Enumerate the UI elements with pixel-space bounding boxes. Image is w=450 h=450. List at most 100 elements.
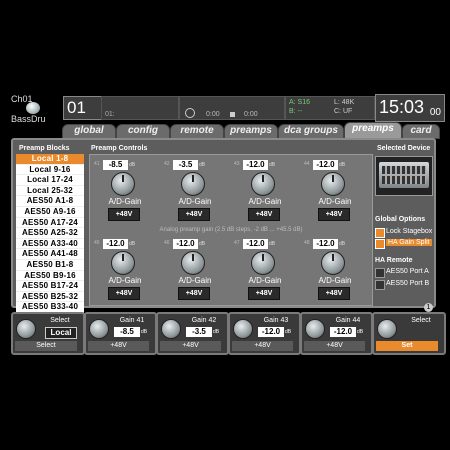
- gain-knob-icon[interactable]: [181, 172, 205, 196]
- gain-value[interactable]: -3.5: [173, 160, 198, 170]
- preamp-number: 44: [304, 161, 310, 167]
- preamp-block-item[interactable]: Local 25-32: [16, 186, 84, 197]
- knob-label: A/D-Gain: [108, 276, 142, 285]
- phantom-power-button[interactable]: +48V: [248, 287, 280, 300]
- gain-title: Gain 41: [119, 317, 145, 324]
- gain-knob-icon[interactable]: [111, 251, 135, 275]
- preamp-block-item[interactable]: AES50 A1-8: [16, 196, 84, 207]
- phantom-power-button[interactable]: +48V: [318, 287, 350, 300]
- gain-unit: dB: [285, 329, 292, 335]
- stop-icon[interactable]: [230, 112, 235, 117]
- preamp-block-item[interactable]: Local 17-24: [16, 175, 84, 186]
- knob-label: A/D-Gain: [318, 276, 352, 285]
- ha-gain-split-checkbox[interactable]: [375, 239, 385, 249]
- gain-knob-icon[interactable]: [181, 251, 205, 275]
- preamp-block-item[interactable]: AES50 A9-16: [16, 207, 84, 218]
- tab-dca-groups[interactable]: dca groups: [278, 124, 344, 139]
- preamp-number: 48: [304, 240, 310, 246]
- clock-seconds: 00: [429, 107, 441, 118]
- preamp-block-item[interactable]: Local 1-8: [16, 154, 84, 165]
- gain-value[interactable]: -3.5: [186, 327, 212, 337]
- channel-knob-icon: [26, 102, 40, 114]
- preamp-cell: 42 -3.5 dB A/D-Gain +48V: [164, 160, 226, 222]
- gain-knob-icon[interactable]: [111, 172, 135, 196]
- gain-knob-icon[interactable]: [233, 319, 253, 339]
- tab-config[interactable]: config: [116, 124, 170, 139]
- gain-value[interactable]: -12.0: [103, 239, 128, 249]
- channel-badge[interactable]: Ch01 BassDru: [7, 92, 59, 124]
- bottom-gain-control: Gain 42 -3.5 dB +48V: [156, 312, 229, 355]
- aes50-port-b-label: AES50 Port B: [386, 280, 430, 287]
- preamp-block-item[interactable]: AES50 B1-8: [16, 260, 84, 271]
- gain-knob-icon[interactable]: [251, 251, 275, 275]
- gain-unit: dB: [269, 241, 276, 247]
- select-knob[interactable]: [16, 319, 36, 339]
- page-indicator[interactable]: 1: [424, 303, 433, 312]
- preamp-block-item[interactable]: AES50 B9-16: [16, 271, 84, 282]
- gain-unit: dB: [141, 329, 148, 335]
- gain-knob-icon[interactable]: [251, 172, 275, 196]
- aes50-port-a-checkbox[interactable]: [375, 268, 385, 278]
- tab-remote[interactable]: remote: [170, 124, 224, 139]
- gain-value[interactable]: -12.0: [243, 239, 268, 249]
- phantom-power-button[interactable]: +48V: [108, 287, 140, 300]
- gain-title: Gain 43: [263, 317, 289, 324]
- record-icon[interactable]: [185, 108, 195, 118]
- bottom-gain-control: Gain 43 -12.0 dB +48V: [228, 312, 301, 355]
- phantom-power-button[interactable]: +48V: [178, 287, 210, 300]
- lock-stagebox-checkbox[interactable]: [375, 228, 385, 238]
- status-a: A: S16: [289, 99, 311, 106]
- preamp-block-item[interactable]: AES50 A41-48: [16, 249, 84, 260]
- preamp-block-item[interactable]: AES50 A25-32: [16, 228, 84, 239]
- gain-value[interactable]: -12.0: [313, 160, 338, 170]
- controls-title: Preamp Controls: [91, 145, 148, 152]
- preamps-panel: Preamp Blocks Preamp Controls Selected D…: [11, 138, 436, 324]
- preamp-block-item[interactable]: AES50 A33-40: [16, 239, 84, 250]
- set-knob[interactable]: [377, 319, 397, 339]
- phantom-power-button[interactable]: +48V: [304, 341, 365, 351]
- bottom-gain-control: Gain 44 -12.0 dB +48V: [300, 312, 373, 355]
- gain-knob-icon[interactable]: [305, 319, 325, 339]
- gain-value[interactable]: -12.0: [173, 239, 198, 249]
- gain-value[interactable]: -12.0: [258, 327, 284, 337]
- preamp-block-item[interactable]: Local 9-16: [16, 165, 84, 176]
- phantom-power-button[interactable]: +48V: [178, 208, 210, 221]
- gain-knob-icon[interactable]: [321, 172, 345, 196]
- gain-value[interactable]: -8.5: [114, 327, 140, 337]
- gain-value[interactable]: -12.0: [243, 160, 268, 170]
- preamp-block-item[interactable]: AES50 A17-24: [16, 218, 84, 229]
- phantom-power-button[interactable]: +48V: [160, 341, 221, 351]
- preamp-block-item[interactable]: AES50 B17-24: [16, 281, 84, 292]
- gain-knob-icon[interactable]: [161, 319, 181, 339]
- tab-card[interactable]: card: [402, 124, 440, 139]
- gain-knob-icon[interactable]: [321, 251, 345, 275]
- preamp-cell: 48 -12.0 dB A/D-Gain +48V: [304, 239, 366, 301]
- knob-label: A/D-Gain: [318, 197, 352, 206]
- gain-knob-icon[interactable]: [89, 319, 109, 339]
- phantom-power-button[interactable]: +48V: [318, 208, 350, 221]
- phantom-power-button[interactable]: +48V: [88, 341, 149, 351]
- gain-unit: dB: [213, 329, 220, 335]
- select-button[interactable]: Select: [15, 341, 77, 351]
- gain-value[interactable]: -12.0: [330, 327, 356, 337]
- gain-value[interactable]: -8.5: [103, 160, 128, 170]
- set-title: Select: [411, 317, 431, 324]
- device-title: Selected Device: [377, 145, 431, 152]
- status-l: L: 48K: [334, 99, 355, 106]
- preamp-cell: 45 -12.0 dB A/D-Gain +48V: [94, 239, 156, 301]
- gain-title: Gain 44: [335, 317, 361, 324]
- gain-unit: dB: [129, 241, 136, 247]
- scene-number[interactable]: 01: [63, 96, 104, 120]
- phantom-power-button[interactable]: +48V: [248, 208, 280, 221]
- phantom-power-button[interactable]: +48V: [232, 341, 293, 351]
- preamp-block-item[interactable]: AES50 B25-32: [16, 292, 84, 303]
- gain-unit: dB: [269, 162, 276, 168]
- phantom-power-button[interactable]: +48V: [108, 208, 140, 221]
- blocks-title: Preamp Blocks: [19, 145, 70, 152]
- aes50-port-b-checkbox[interactable]: [375, 280, 385, 290]
- tab-preamps[interactable]: preamps: [224, 124, 278, 139]
- time-remaining: 0:00: [244, 111, 258, 118]
- set-button[interactable]: Set: [376, 341, 438, 351]
- gain-value[interactable]: -12.0: [313, 239, 338, 249]
- tab-global[interactable]: global: [62, 124, 116, 139]
